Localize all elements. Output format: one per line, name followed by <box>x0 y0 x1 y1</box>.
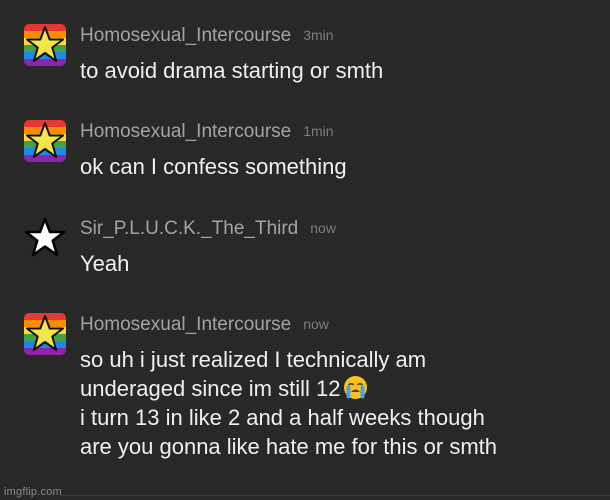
watermark: imgflip.com <box>4 486 62 498</box>
message-line: ok can I confess something <box>80 154 347 179</box>
username[interactable]: Sir_P.L.U.C.K._The_Third now <box>80 217 336 240</box>
timestamp: now <box>310 220 336 236</box>
timestamp: 3min <box>303 27 334 43</box>
rainbow-star-icon[interactable] <box>24 120 66 162</box>
chat-log: Homosexual_Intercourse 3min to avoid dram… <box>0 0 610 500</box>
divider <box>60 495 610 496</box>
timestamp: 1min <box>303 123 334 139</box>
message-line: underaged since im still 12 <box>80 376 341 401</box>
username-text: Homosexual_Intercourse <box>80 121 292 142</box>
message-line: are you gonna like hate me for this or s… <box>80 434 497 459</box>
message-line-with-emoji: underaged since im still 12 <box>80 374 497 403</box>
username[interactable]: Homosexual_Intercourse 1min <box>80 120 334 143</box>
white-star-icon[interactable] <box>24 217 66 259</box>
username[interactable]: Homosexual_Intercourse now <box>80 313 329 336</box>
message-line: i turn 13 in like 2 and a half weeks tho… <box>80 405 485 430</box>
username-text: Homosexual_Intercourse <box>80 25 292 46</box>
message-line: Yeah <box>80 251 130 276</box>
rainbow-star-icon[interactable] <box>24 313 66 355</box>
message-text: Yeah <box>80 249 129 278</box>
timestamp: now <box>303 316 329 332</box>
username[interactable]: Homosexual_Intercourse 3min <box>80 24 334 47</box>
rainbow-star-icon[interactable] <box>24 24 66 66</box>
loudly-crying-face-icon <box>343 375 368 400</box>
message-text: ok can I confess something <box>80 152 347 181</box>
message-text: so uh i just realized I technically am u… <box>80 345 497 461</box>
message-line: to avoid drama starting or smth <box>80 58 384 83</box>
username-text: Homosexual_Intercourse <box>80 314 292 335</box>
username-text: Sir_P.L.U.C.K._The_Third <box>80 218 299 239</box>
message-line: so uh i just realized I technically am <box>80 347 427 372</box>
message-text: to avoid drama starting or smth <box>80 56 383 85</box>
